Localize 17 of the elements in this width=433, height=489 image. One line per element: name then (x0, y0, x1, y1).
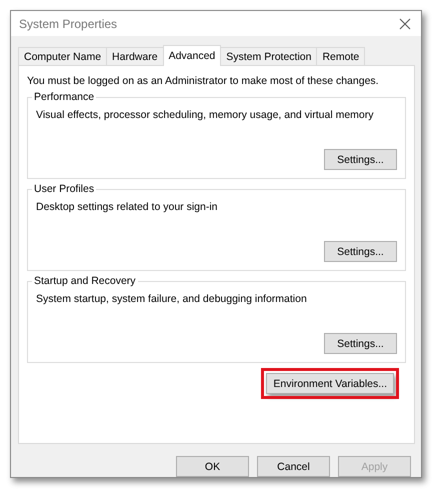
settings-button[interactable]: Settings... (324, 333, 397, 354)
window-title: System Properties (19, 16, 118, 30)
settings-button[interactable]: Settings... (324, 241, 397, 262)
group-title: Performance (32, 91, 96, 103)
group-description: Desktop settings related to your sign-in (36, 201, 219, 213)
group-description: Visual effects, processor scheduling, memory usage, and virtual memory (36, 109, 375, 121)
close-icon[interactable] (399, 18, 411, 30)
settings-button[interactable]: Settings... (324, 149, 397, 170)
tab[interactable]: Computer Name (18, 47, 108, 66)
group-title: Startup and Recovery (32, 275, 138, 287)
tab[interactable]: Advanced (162, 45, 222, 66)
dialog-button[interactable]: Cancel (257, 456, 330, 477)
group-title: User Profiles (32, 183, 96, 195)
tab[interactable]: Remote (316, 47, 366, 66)
notice-text: You must be logged on as an Administrator to make most of these changes. (27, 75, 380, 87)
dialog-button[interactable]: OK (176, 456, 249, 477)
group-description: System startup, system failure, and debugging information (36, 293, 308, 305)
